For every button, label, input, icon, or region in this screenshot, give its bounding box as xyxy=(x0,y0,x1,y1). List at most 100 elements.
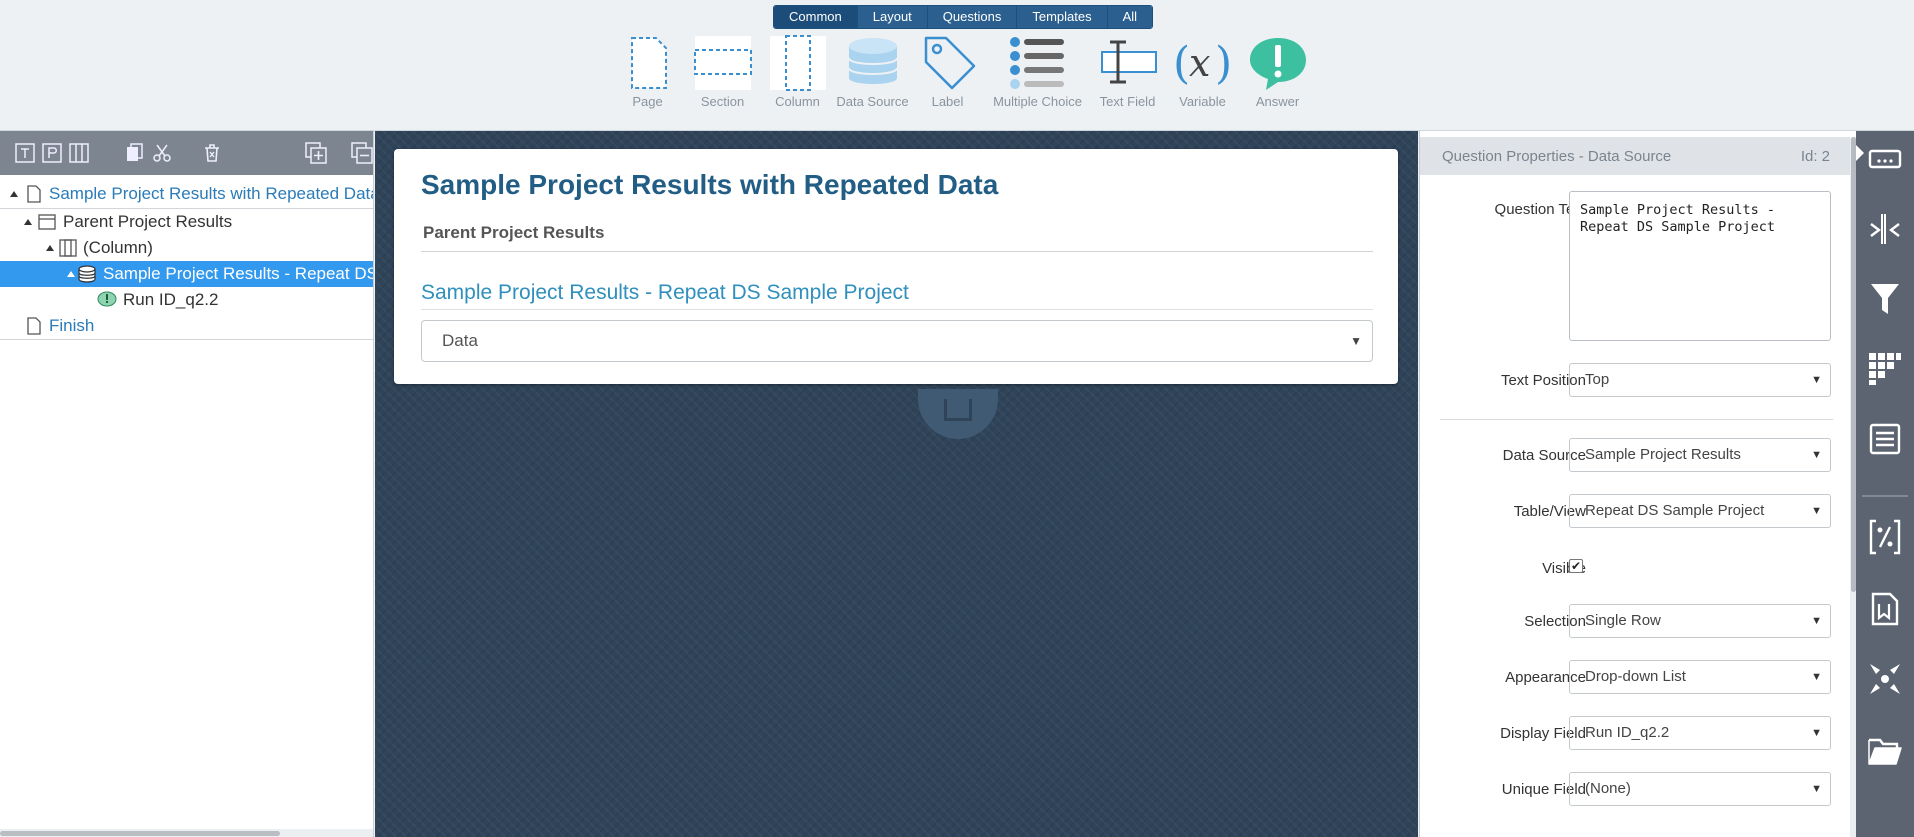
column-icon xyxy=(769,35,826,91)
tool-section-label: Section xyxy=(700,94,745,109)
variables-button[interactable] xyxy=(1856,509,1914,565)
page-icon xyxy=(27,317,41,335)
bookmark-button[interactable] xyxy=(1856,581,1914,637)
grid-icon xyxy=(1869,353,1901,385)
tool-page-label: Page xyxy=(632,94,663,109)
tree-item-section[interactable]: Parent Project Results xyxy=(0,209,373,235)
text-input-icon xyxy=(1868,149,1902,169)
tool-multiple-choice-label: Multiple Choice xyxy=(993,94,1082,109)
tab-templates[interactable]: Templates xyxy=(1017,6,1108,28)
tool-data-source-label: Data Source xyxy=(836,94,909,109)
shrink-arrows-icon xyxy=(1870,664,1900,694)
outline-panel: Sample Project Results with Repeated Dat… xyxy=(0,131,374,837)
tab-layout[interactable]: Layout xyxy=(857,6,928,28)
drop-target[interactable] xyxy=(918,389,998,439)
table-view-select[interactable]: Repeat DS Sample Project ▼ xyxy=(1569,494,1831,528)
properties-panel: Question Properties - Data Source Id: 2 … xyxy=(1419,131,1857,837)
tool-variable[interactable]: ( x ) Variable xyxy=(1165,32,1240,112)
tool-section[interactable]: Section xyxy=(685,32,760,112)
open-folder-button[interactable] xyxy=(1856,723,1914,779)
tree-item-answer[interactable]: Run ID_q2.2 xyxy=(0,287,373,313)
grid-button[interactable] xyxy=(1856,341,1914,397)
tree-item-finish[interactable]: Finish xyxy=(0,313,373,339)
page-icon xyxy=(27,185,41,203)
tool-column[interactable]: Column xyxy=(760,32,835,112)
tab-all[interactable]: All xyxy=(1107,6,1153,28)
variable-icon: ( x ) xyxy=(1173,38,1232,89)
tree-item-label: Sample Project Results with Repeated Dat… xyxy=(49,184,373,203)
question-id: Id: 2 xyxy=(1800,148,1830,165)
percent-brackets-icon xyxy=(1869,519,1901,555)
bookmark-icon xyxy=(1871,592,1899,626)
toolbox: Common Layout Questions Templates All Pa… xyxy=(0,0,1914,131)
tree-item-label: (Column) xyxy=(83,238,153,257)
category-tabs: Common Layout Questions Templates All xyxy=(773,5,1154,29)
svg-text:x: x xyxy=(1189,41,1210,85)
select-value: Repeat DS Sample Project xyxy=(1585,502,1765,519)
data-source-select[interactable]: Sample Project Results ▼ xyxy=(1569,438,1831,472)
selection-select[interactable]: Single Row ▼ xyxy=(1569,604,1831,638)
tool-label[interactable]: Label xyxy=(910,32,985,112)
appearance-select[interactable]: Drop-down List ▼ xyxy=(1569,660,1831,694)
expand-arrow-icon[interactable] xyxy=(24,219,32,225)
copy-icon[interactable] xyxy=(124,142,145,164)
tree-item-page[interactable]: Sample Project Results with Repeated Dat… xyxy=(0,181,373,207)
drop-target-icon xyxy=(944,399,972,421)
select-value: Single Row xyxy=(1585,612,1661,629)
tool-variable-label: Variable xyxy=(1179,94,1226,109)
tab-questions[interactable]: Questions xyxy=(927,6,1018,28)
title-toggle-icon[interactable] xyxy=(14,142,35,164)
dropdown-arrow-icon: ▼ xyxy=(1350,334,1362,348)
display-field-select[interactable]: Run ID_q2.2 ▼ xyxy=(1569,716,1831,750)
question-title: Sample Project Results - Repeat DS Sampl… xyxy=(421,281,909,304)
unique-field-select[interactable]: (None) ▼ xyxy=(1569,772,1831,806)
tool-column-label: Column xyxy=(775,94,820,109)
visible-checkbox[interactable]: ✔ xyxy=(1569,559,1583,573)
select-value: Sample Project Results xyxy=(1585,446,1741,463)
horizontal-scrollbar[interactable] xyxy=(0,829,373,837)
tool-answer-label: Answer xyxy=(1255,94,1300,109)
merge-button[interactable] xyxy=(1856,201,1914,257)
delete-icon[interactable] xyxy=(202,142,223,164)
page-card[interactable]: Sample Project Results with Repeated Dat… xyxy=(394,149,1398,384)
tool-data-source[interactable]: Data Source xyxy=(835,32,910,112)
properties-title: Question Properties - Data Source xyxy=(1442,148,1672,165)
tree-item-label: Parent Project Results xyxy=(63,212,233,231)
data-dropdown[interactable]: Data ▼ xyxy=(421,320,1373,362)
columns-toggle-icon[interactable] xyxy=(68,142,89,164)
collapse-button[interactable] xyxy=(1856,651,1914,707)
tab-common[interactable]: Common xyxy=(774,6,858,28)
tool-text-field[interactable]: Text Field xyxy=(1090,32,1165,112)
dropdown-value: Data xyxy=(442,331,478,350)
divider xyxy=(0,339,373,340)
tree-item-label: Run ID_q2.2 xyxy=(123,290,219,309)
list-view-button[interactable] xyxy=(1856,411,1914,467)
folder-icon xyxy=(1868,738,1902,765)
scrollbar-thumb[interactable] xyxy=(0,831,280,836)
filter-button[interactable] xyxy=(1856,271,1914,327)
database-icon xyxy=(78,265,96,283)
divider xyxy=(1862,495,1908,497)
collapse-all-icon[interactable] xyxy=(351,142,373,164)
tree-item-label: Sample Project Results - Repeat DS Sampl… xyxy=(103,264,373,283)
filter-icon xyxy=(1871,284,1899,314)
expand-arrow-icon[interactable] xyxy=(67,271,75,277)
expand-arrow-icon[interactable] xyxy=(10,191,18,197)
page-title: Sample Project Results with Repeated Dat… xyxy=(421,169,999,200)
prompt-toggle-icon[interactable] xyxy=(41,142,62,164)
divider xyxy=(421,251,1373,252)
tree-item-label: Finish xyxy=(49,316,95,335)
tool-multiple-choice[interactable]: Multiple Choice xyxy=(985,32,1090,112)
expand-all-icon[interactable] xyxy=(305,142,328,164)
expand-arrow-icon[interactable] xyxy=(46,245,54,251)
multiple-choice-icon xyxy=(1009,37,1064,89)
tool-answer[interactable]: Answer xyxy=(1240,32,1315,112)
tool-page[interactable]: Page xyxy=(610,32,685,112)
divider xyxy=(1440,419,1833,420)
question-properties-button[interactable] xyxy=(1856,131,1914,187)
question-text-input[interactable] xyxy=(1569,191,1831,341)
cut-icon[interactable] xyxy=(151,142,172,164)
text-position-select[interactable]: Top ▼ xyxy=(1569,363,1831,397)
tree-item-data-source[interactable]: Sample Project Results - Repeat DS Sampl… xyxy=(0,261,373,287)
tree-item-column[interactable]: (Column) xyxy=(0,235,373,261)
